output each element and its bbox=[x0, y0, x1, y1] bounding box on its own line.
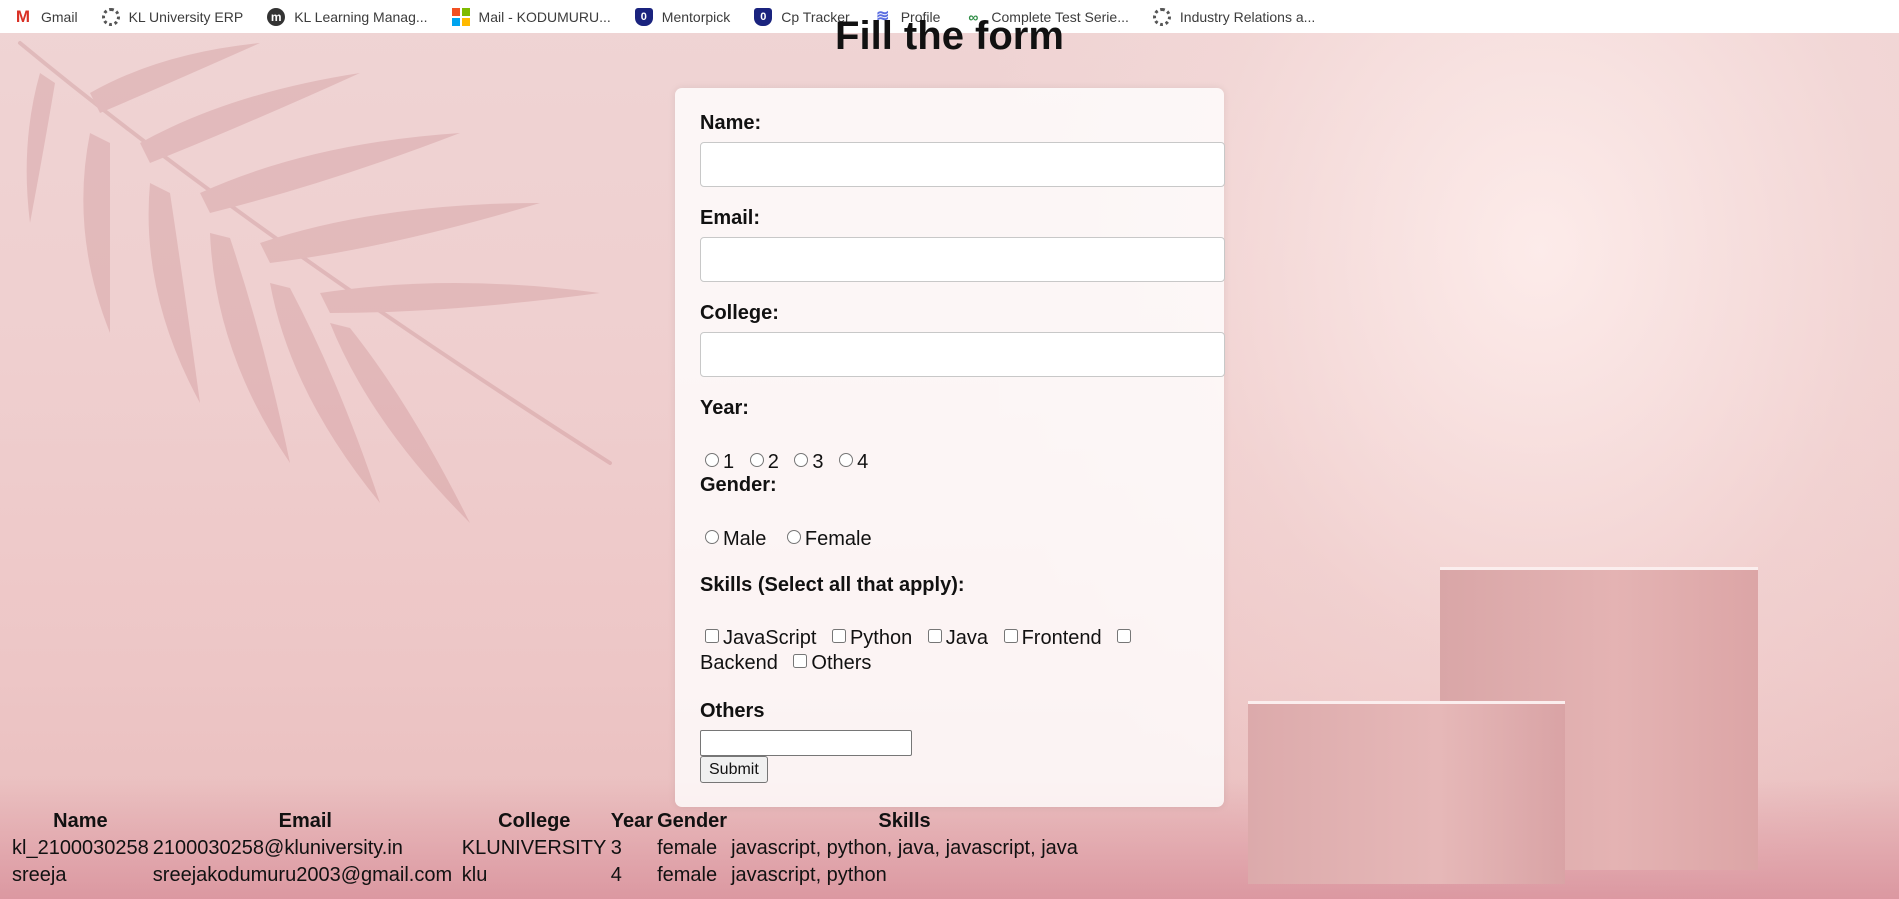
year-radio-3[interactable] bbox=[794, 453, 809, 467]
submit-button[interactable]: Submit bbox=[700, 756, 768, 783]
skill-checkbox-others[interactable] bbox=[793, 654, 808, 668]
year-radio-2[interactable] bbox=[749, 453, 764, 467]
year-options: 1 2 3 4 bbox=[700, 450, 1190, 475]
cell-year: 4 bbox=[610, 864, 622, 886]
year-option-label: 2 bbox=[767, 451, 779, 473]
palm-leaf-shadow bbox=[18, 41, 612, 523]
table-row: sreeja sreejakodumuru2003@gmail.com klu … bbox=[10, 862, 1080, 889]
cell-gender: female bbox=[657, 864, 718, 886]
skill-option-label: Python bbox=[849, 627, 913, 649]
college-input[interactable] bbox=[700, 332, 1225, 377]
gender-option-label: Female bbox=[804, 528, 872, 550]
cell-email: 2100030258@kluniversity.in bbox=[152, 837, 403, 859]
cell-name: kl_2100030258 bbox=[12, 837, 149, 859]
others-label: Others bbox=[700, 700, 765, 722]
gender-radio-female[interactable] bbox=[786, 530, 801, 544]
skill-checkbox-frontend[interactable] bbox=[1003, 629, 1018, 643]
page-title: Fill the form bbox=[835, 14, 1064, 58]
skill-checkbox-python[interactable] bbox=[831, 629, 846, 643]
year-label: Year: bbox=[700, 397, 749, 419]
cell-name: sreeja bbox=[12, 864, 67, 886]
table-row: kl_2100030258 2100030258@kluniversity.in… bbox=[10, 835, 1080, 862]
others-input[interactable] bbox=[700, 730, 912, 756]
year-radio-4[interactable] bbox=[839, 453, 854, 467]
gender-label: Gender: bbox=[700, 474, 777, 496]
skill-checkbox-backend[interactable] bbox=[1117, 629, 1132, 643]
skill-option-label: Java bbox=[945, 627, 989, 649]
skill-option-label: Others bbox=[811, 652, 872, 674]
college-label: College: bbox=[700, 302, 779, 324]
cell-skills: javascript, python, java, javascript, ja… bbox=[731, 837, 1078, 859]
email-input[interactable] bbox=[700, 237, 1225, 282]
year-radio-1[interactable] bbox=[705, 453, 719, 467]
gender-option-label: Male bbox=[723, 528, 767, 550]
registration-form: Name: Email: College: Year: 1 2 3 4 Gend… bbox=[675, 88, 1225, 807]
column-header-year: Year bbox=[610, 810, 654, 832]
cell-email: sreejakodumuru2003@gmail.com bbox=[152, 864, 453, 886]
column-header-skills: Skills bbox=[878, 810, 931, 832]
column-header-college: College bbox=[498, 810, 571, 832]
podium-front bbox=[1248, 701, 1565, 884]
skill-option-label: Backend bbox=[700, 652, 778, 674]
skills-label: Skills (Select all that apply): bbox=[700, 574, 965, 596]
column-header-email: Email bbox=[278, 810, 332, 832]
skill-option-label: JavaScript bbox=[723, 627, 817, 649]
gender-options: Male Female bbox=[700, 527, 1190, 552]
year-option-label: 3 bbox=[812, 451, 824, 473]
cell-year: 3 bbox=[610, 837, 622, 859]
email-label: Email: bbox=[700, 207, 761, 229]
table-header-row: Name Email College Year Gender Skills bbox=[10, 808, 1080, 835]
skill-option-label: Frontend bbox=[1021, 627, 1102, 649]
skill-checkbox-java[interactable] bbox=[927, 629, 942, 643]
column-header-name: Name bbox=[53, 810, 108, 832]
skill-checkbox-javascript[interactable] bbox=[705, 629, 719, 643]
skills-options: JavaScript Python Java Frontend Backend … bbox=[700, 626, 1200, 676]
cell-skills: javascript, python bbox=[731, 864, 887, 886]
submissions-table: Name Email College Year Gender Skills kl… bbox=[10, 808, 1080, 889]
cell-college: klu bbox=[461, 864, 488, 886]
year-option-label: 1 bbox=[723, 451, 735, 473]
cell-gender: female bbox=[657, 837, 718, 859]
cell-college: KLUNIVERSITY bbox=[461, 837, 607, 859]
column-header-gender: Gender bbox=[657, 810, 728, 832]
gender-radio-male[interactable] bbox=[705, 530, 719, 544]
name-label: Name: bbox=[700, 112, 762, 134]
name-input[interactable] bbox=[700, 142, 1225, 187]
year-option-label: 4 bbox=[857, 451, 869, 473]
